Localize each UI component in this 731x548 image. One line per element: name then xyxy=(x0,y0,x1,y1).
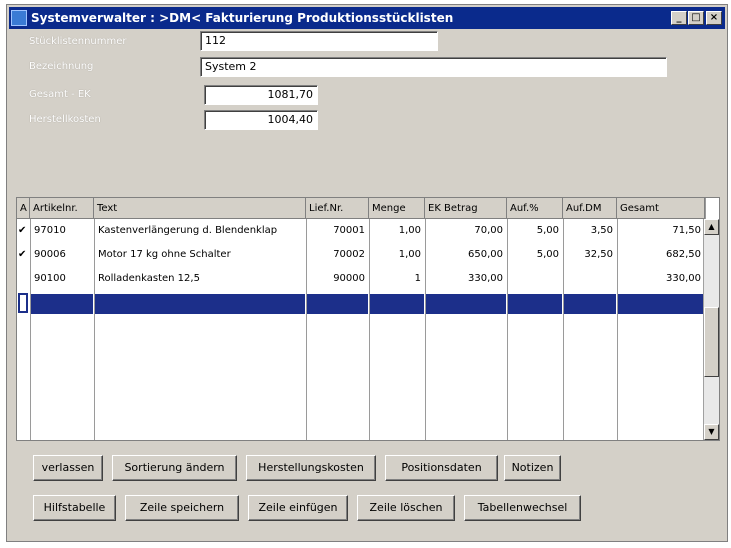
selected-row-cell[interactable] xyxy=(307,294,368,314)
table-cell-aufdm[interactable]: 3,50 xyxy=(563,219,617,243)
table-cell-text[interactable]: Motor 17 kg ohne Schalter xyxy=(94,243,306,267)
selected-row-cell[interactable] xyxy=(95,294,305,314)
zeile-speichern-button[interactable]: Zeile speichern xyxy=(125,495,239,521)
hilfstabelle-button[interactable]: Hilfstabelle xyxy=(33,495,116,521)
table-cell-ek[interactable]: 70,00 xyxy=(425,219,507,243)
column-header-gesamt[interactable]: Gesamt xyxy=(617,198,705,219)
bezeichnung-field[interactable]: System 2 xyxy=(200,57,667,77)
bezeichnung-label: Bezeichnung xyxy=(29,61,94,72)
gesamt-ek-label: Gesamt - EK xyxy=(29,89,91,100)
tabellenwechsel-button[interactable]: Tabellenwechsel xyxy=(464,495,581,521)
column-header-aufp[interactable]: Auf.% xyxy=(507,198,563,219)
selected-row-cell[interactable] xyxy=(564,294,616,314)
stueckliste-label: Stücklistennummer xyxy=(29,36,127,47)
table-cell-lief[interactable]: 70002 xyxy=(306,243,369,267)
table-cell-aufdm[interactable]: 32,50 xyxy=(563,243,617,267)
title-bar[interactable]: Systemverwalter : >DM< Fakturierung Prod… xyxy=(9,7,725,29)
column-header-ek[interactable]: EK Betrag xyxy=(425,198,507,219)
table-cell-ek[interactable]: 330,00 xyxy=(425,267,507,291)
gesamt-ek-field[interactable]: 1081,70 xyxy=(204,85,318,105)
main-window: Systemverwalter : >DM< Fakturierung Prod… xyxy=(6,4,728,542)
table-cell-menge[interactable]: 1,00 xyxy=(369,219,425,243)
sortierung-aendern-button[interactable]: Sortierung ändern xyxy=(112,455,237,481)
table-cell-aufdm[interactable] xyxy=(563,267,617,291)
positions-table[interactable]: A Artikelnr. Text Lief.Nr. Menge EK Betr… xyxy=(16,197,720,441)
checkmark-icon[interactable]: ✔ xyxy=(17,219,30,243)
row-check-cell[interactable] xyxy=(17,267,30,291)
close-button[interactable]: × xyxy=(706,11,722,25)
selected-row-cell[interactable] xyxy=(370,294,424,314)
table-cell-gesamt[interactable]: 330,00 xyxy=(617,267,705,291)
column-header-text[interactable]: Text xyxy=(94,198,306,219)
table-cell-ek[interactable]: 650,00 xyxy=(425,243,507,267)
app-icon[interactable] xyxy=(11,10,27,26)
row-selector-indicator[interactable] xyxy=(18,293,28,313)
table-cell-menge[interactable]: 1 xyxy=(369,267,425,291)
selected-row-cell[interactable] xyxy=(426,294,506,314)
table-cell-aufp[interactable]: 5,00 xyxy=(507,243,563,267)
scroll-up-arrow-icon[interactable]: ▲ xyxy=(704,219,719,235)
table-cell-aufp[interactable] xyxy=(507,267,563,291)
zeile-einfuegen-button[interactable]: Zeile einfügen xyxy=(248,495,348,521)
verlassen-button[interactable]: verlassen xyxy=(33,455,103,481)
maximize-button[interactable]: □ xyxy=(688,11,704,25)
table-cell-menge[interactable]: 1,00 xyxy=(369,243,425,267)
vertical-scrollbar[interactable]: ▲ ▼ xyxy=(703,219,719,440)
table-cell-lief[interactable]: 90000 xyxy=(306,267,369,291)
column-header-lief[interactable]: Lief.Nr. xyxy=(306,198,369,219)
scrollbar-thumb[interactable] xyxy=(704,307,719,377)
selected-row-cell[interactable] xyxy=(508,294,562,314)
scroll-down-arrow-icon[interactable]: ▼ xyxy=(704,424,719,440)
checkmark-icon[interactable]: ✔ xyxy=(17,243,30,267)
table-cell-text[interactable]: Kastenverlängerung d. Blendenklap xyxy=(94,219,306,243)
notizen-button[interactable]: Notizen xyxy=(504,455,561,481)
zeile-loeschen-button[interactable]: Zeile löschen xyxy=(357,495,455,521)
stueckliste-field[interactable]: 112 xyxy=(200,31,438,51)
selected-row-cell[interactable] xyxy=(31,294,93,314)
herstellungskosten-button[interactable]: Herstellungskosten xyxy=(246,455,376,481)
herstellkosten-label: Herstellkosten xyxy=(29,114,101,125)
selected-row-cell[interactable] xyxy=(618,294,704,314)
table-cell-artikel[interactable]: 97010 xyxy=(30,219,94,243)
minimize-button[interactable]: _ xyxy=(671,11,687,25)
table-cell-aufp[interactable]: 5,00 xyxy=(507,219,563,243)
table-cell-lief[interactable]: 70001 xyxy=(306,219,369,243)
column-header-menge[interactable]: Menge xyxy=(369,198,425,219)
column-header-a[interactable]: A xyxy=(17,198,30,219)
table-cell-artikel[interactable]: 90006 xyxy=(30,243,94,267)
column-header-artikel[interactable]: Artikelnr. xyxy=(30,198,94,219)
table-cell-gesamt[interactable]: 682,50 xyxy=(617,243,705,267)
table-cell-gesamt[interactable]: 71,50 xyxy=(617,219,705,243)
table-cell-text[interactable]: Rolladenkasten 12,5 xyxy=(94,267,306,291)
window-title: Systemverwalter : >DM< Fakturierung Prod… xyxy=(31,11,454,25)
table-cell-artikel[interactable]: 90100 xyxy=(30,267,94,291)
herstellkosten-field[interactable]: 1004,40 xyxy=(204,110,318,130)
positionsdaten-button[interactable]: Positionsdaten xyxy=(385,455,498,481)
column-header-aufdm[interactable]: Auf.DM xyxy=(563,198,617,219)
